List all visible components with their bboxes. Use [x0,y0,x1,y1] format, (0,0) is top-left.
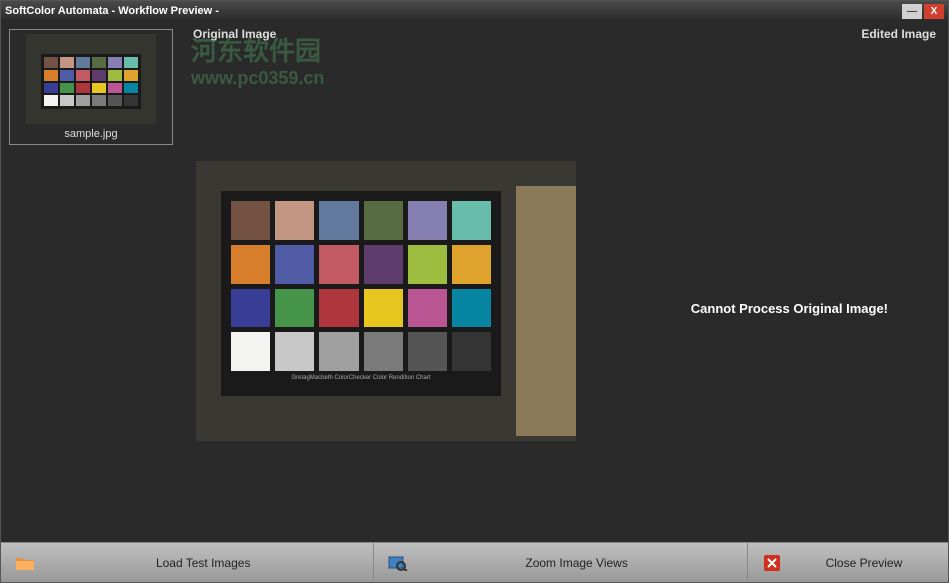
colorchecker-patch [408,332,447,371]
edited-image-label: Edited Image [861,27,936,41]
colorchecker-patch [408,289,447,328]
thumbnail-filename: sample.jpg [64,128,117,140]
window-close-button[interactable]: X [924,4,944,19]
colorchecker-patch [275,201,314,240]
colorchecker-patch [275,245,314,284]
titlebar: SoftColor Automata - Workflow Preview - … [1,1,948,21]
zoom-image-views-button[interactable]: Zoom Image Views [374,543,747,582]
close-icon [762,555,782,571]
colorchecker-patch [452,332,491,371]
colorchecker-patch [452,245,491,284]
bottom-toolbar: Load Test Images Zoom Image Views Close … [1,542,948,582]
colorchecker-patch [231,201,270,240]
original-image-label: Original Image [193,27,276,41]
thumbnail-sidebar: sample.jpg [1,21,181,542]
preview-area: 河东软件园 www.pc0359.cn Original Image Edite… [181,21,948,542]
colorchecker-patch [408,201,447,240]
colorchecker-patch [231,332,270,371]
colorchecker-patch [364,201,403,240]
colorchecker-patch [452,201,491,240]
colorchecker-patch [319,332,358,371]
close-preview-button[interactable]: Close Preview [748,543,948,582]
colorchecker-patch [319,289,358,328]
colorchecker-patch [364,332,403,371]
original-image-view[interactable]: GretagMacbeth ColorChecker Color Renditi… [196,161,576,441]
window-title: SoftColor Automata - Workflow Preview - [5,5,902,17]
colorchecker-patch [275,289,314,328]
folder-icon [15,555,35,571]
colorchecker-patch [231,289,270,328]
colorchecker-patch [364,289,403,328]
colorchecker-patch [364,245,403,284]
error-message: Cannot Process Original Image! [691,301,888,316]
colorchecker-patch [408,245,447,284]
thumbnail-item[interactable]: sample.jpg [9,29,173,145]
colorchecker-patch [231,245,270,284]
minimize-button[interactable]: — [902,4,922,19]
colorchecker-patch [319,201,358,240]
magnifier-icon [388,555,408,571]
colorchecker-caption: GretagMacbeth ColorChecker Color Renditi… [231,375,491,381]
thumbnail-image [26,34,156,124]
colorchecker-patch [319,245,358,284]
colorchecker-patch [275,332,314,371]
load-test-images-button[interactable]: Load Test Images [1,543,374,582]
colorchecker-patch [452,289,491,328]
